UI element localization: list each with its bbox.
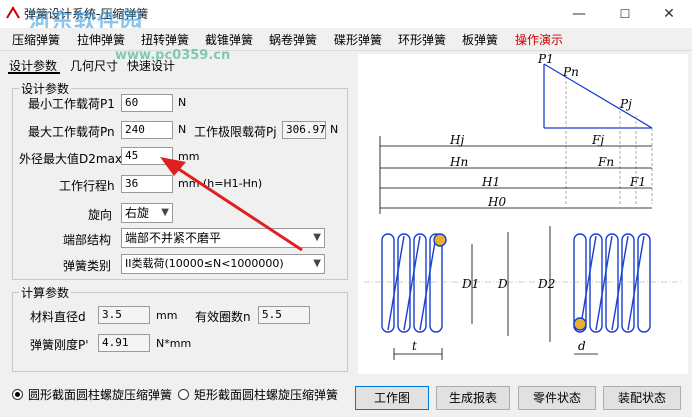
menu-compression-spring[interactable]: 压缩弹簧	[12, 31, 60, 48]
d2max-input[interactable]: 45	[121, 147, 173, 165]
drawing-button[interactable]: 工作图	[355, 386, 429, 410]
label-fj: Fj	[591, 133, 604, 147]
chevron-down-icon: ▼	[313, 258, 321, 269]
radio-round-label[interactable]: 圆形截面圆柱螺旋压缩弹簧	[28, 386, 172, 403]
active-coils-field: 5.5	[258, 306, 310, 324]
label-pn: Pn	[562, 65, 579, 79]
pn-label: 最大工作载荷Pn	[28, 125, 115, 139]
close-button[interactable]: ✕	[646, 0, 692, 28]
menu-conical-spring[interactable]: 截锥弹簧	[205, 31, 253, 48]
d2max-unit: mm	[178, 150, 200, 163]
stroke-label: 工作行程h	[59, 179, 115, 193]
pn-input[interactable]: 240	[121, 121, 173, 139]
wire-diameter-unit: mm	[156, 309, 178, 322]
d2max-label: 外径最大值D2max	[19, 152, 123, 166]
watermark-url: www.pc0359.cn	[115, 48, 231, 63]
menu-demo[interactable]: 操作演示	[515, 31, 563, 48]
chevron-down-icon: ▼	[313, 232, 321, 243]
label-p1: P1	[537, 54, 554, 66]
p1-label: 最小工作载荷P1	[28, 97, 115, 111]
pj-unit: N	[330, 123, 339, 136]
diameter-dims	[393, 226, 598, 360]
label-d2: D2	[537, 277, 555, 291]
p1-input[interactable]: 60	[121, 94, 173, 112]
tab-geometry[interactable]: 几何尺寸	[70, 57, 118, 74]
spring-left	[381, 233, 447, 333]
tab-active-indicator	[8, 72, 60, 74]
direction-select[interactable]: 右旋 ▼	[121, 203, 173, 223]
stiffness-field: 4.91	[98, 334, 150, 352]
radio-rect-label[interactable]: 矩形截面圆柱螺旋压缩弹簧	[194, 386, 338, 403]
calc-params-title: 计算参数	[19, 284, 72, 301]
label-t: t	[412, 339, 417, 353]
stiffness-label: 弹簧刚度P'	[30, 338, 89, 352]
menu-leaf-spring[interactable]: 板弹簧	[462, 31, 498, 48]
menu-disc-spring[interactable]: 碟形弹簧	[334, 31, 382, 48]
calc-params-group	[12, 292, 348, 372]
label-outer-d: D	[497, 277, 508, 291]
label-hn: Hn	[449, 155, 468, 169]
spring-diagram-svg: P1 Pn Pj Hj Fj Hn Fn H1 F1 H0 D1 D D2 t …	[364, 54, 682, 360]
end-type-select[interactable]: 端部不并紧不磨平 ▼	[121, 228, 325, 248]
label-hj: Hj	[449, 133, 464, 147]
menu-ring-spring[interactable]: 环形弹簧	[398, 31, 446, 48]
active-coils-label: 有效圈数n	[195, 310, 251, 324]
label-h1: H1	[481, 175, 500, 189]
stroke-input[interactable]: 36	[121, 175, 173, 193]
label-pj: Pj	[619, 97, 632, 111]
part-state-button[interactable]: 零件状态	[518, 386, 596, 410]
label-f1: F1	[629, 175, 646, 189]
end-type-label: 端部结构	[63, 233, 112, 247]
menu-volute-spring[interactable]: 蜗卷弹簧	[269, 31, 317, 48]
stroke-unit: mm (h=H1-Hn)	[178, 177, 263, 190]
menu-extension-spring[interactable]: 拉伸弹簧	[77, 31, 125, 48]
stiffness-unit: N*mm	[156, 337, 192, 350]
label-fn: Fn	[597, 155, 614, 169]
chevron-down-icon: ▼	[161, 207, 169, 218]
spring-right	[573, 233, 651, 333]
load-class-select[interactable]: II类载荷(10000≤N<1000000) ▼	[121, 254, 325, 274]
dimension-lines	[379, 136, 652, 214]
radio-rect-section[interactable]	[178, 389, 189, 400]
wire-diameter-field: 3.5	[98, 306, 150, 324]
label-d1: D1	[461, 277, 479, 291]
direction-label: 旋向	[88, 208, 113, 222]
report-button[interactable]: 生成报表	[436, 386, 510, 410]
title-bar: 弹簧设计系统-压缩弹簧 河东软件园 — ☐ ✕	[0, 0, 692, 35]
end-type-value: 端部不并紧不磨平	[125, 231, 222, 245]
label-h0: H0	[487, 195, 506, 209]
pj-field: 306.97	[282, 121, 326, 139]
label-wire-d: d	[578, 339, 586, 353]
spring-diagram: P1 Pn Pj Hj Fj Hn Fn H1 F1 H0 D1 D D2 t …	[358, 54, 688, 374]
minimize-button[interactable]: —	[556, 0, 602, 28]
pn-unit: N	[178, 123, 187, 136]
load-class-label: 弹簧类别	[63, 259, 112, 273]
load-class-value: II类载荷(10000≤N<1000000)	[125, 257, 284, 270]
radio-round-section[interactable]	[12, 389, 23, 400]
direction-value: 右旋	[125, 206, 150, 220]
assembly-state-button[interactable]: 装配状态	[603, 386, 681, 410]
menu-torsion-spring[interactable]: 扭转弹簧	[141, 31, 189, 48]
wire-diameter-label: 材料直径d	[30, 310, 86, 324]
app-icon	[6, 6, 20, 19]
pj-label: 工作极限载荷Pj	[194, 125, 277, 139]
maximize-button[interactable]: ☐	[602, 0, 648, 28]
p1-unit: N	[178, 96, 187, 109]
